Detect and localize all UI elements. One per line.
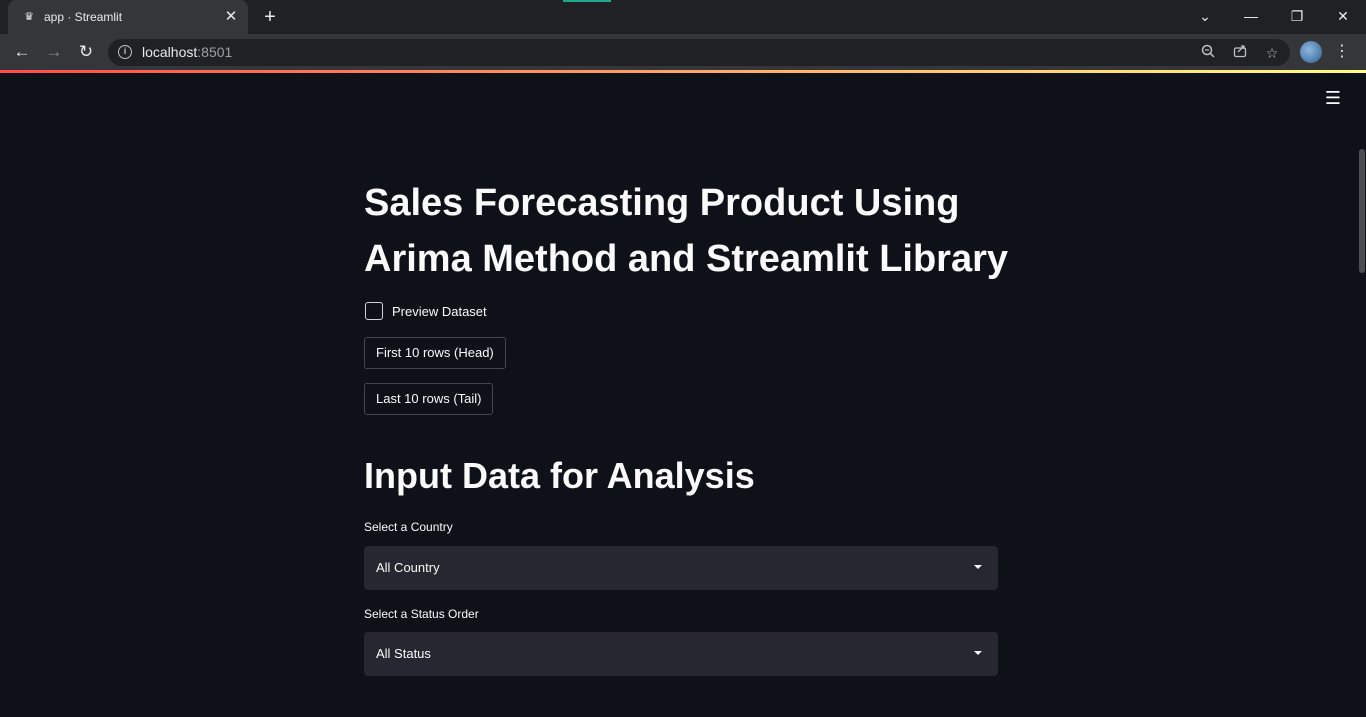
page-title: Sales Forecasting Product Using Arima Me… (364, 182, 1009, 280)
chevron-down-icon (974, 565, 982, 569)
share-icon[interactable] (1230, 43, 1250, 63)
address-bar[interactable]: i localhost:8501 ☆ (108, 39, 1290, 66)
preview-dataset-checkbox[interactable] (365, 302, 383, 320)
profile-avatar[interactable] (1300, 41, 1322, 63)
reload-icon[interactable]: ↻ (74, 40, 98, 64)
country-select-label: Select a Country (364, 520, 453, 534)
back-arrow-icon[interactable]: ← (10, 40, 34, 64)
streamlit-crown-icon: ♛ (24, 11, 34, 23)
tail-button[interactable]: Last 10 rows (Tail) (364, 383, 494, 415)
restore-button[interactable]: ❐ (1282, 4, 1312, 28)
url-text[interactable]: localhost:8501 (142, 44, 232, 61)
minimize-button[interactable]: — (1236, 4, 1266, 28)
more-options-icon[interactable]: ⋮ (1334, 40, 1350, 64)
country-select-value: All Country (376, 560, 440, 575)
tab-search-icon[interactable]: ⌄ (1190, 4, 1220, 28)
browser-tab[interactable]: ♛ app · Streamlit ✕ (8, 0, 248, 34)
forward-arrow-icon[interactable]: → (42, 40, 66, 64)
preview-dataset-label[interactable]: Preview Dataset (392, 303, 487, 320)
scrollbar-thumb[interactable] (1359, 149, 1365, 273)
browser-toolbar: ← → ↻ i localhost:8501 ☆ ⋮ (0, 34, 1366, 70)
head-button[interactable]: First 10 rows (Head) (364, 337, 506, 369)
bookmark-star-icon[interactable]: ☆ (1262, 43, 1282, 63)
new-tab-button[interactable]: + (259, 6, 281, 28)
chevron-down-icon (974, 651, 982, 655)
zoom-icon[interactable] (1198, 43, 1218, 63)
country-select[interactable]: All Country (364, 546, 998, 590)
tab-accent-line (563, 0, 611, 2)
streamlit-decoration-bar (0, 70, 1366, 73)
main-menu-icon[interactable]: ☰ (1322, 87, 1344, 109)
tab-close-icon[interactable]: ✕ (222, 8, 240, 26)
browser-tab-strip: ♛ app · Streamlit ✕ + ⌄ — ❐ ✕ (0, 0, 1366, 34)
section-heading: Input Data for Analysis (364, 455, 755, 496)
tab-title: app · Streamlit (44, 10, 123, 24)
status-select-value: All Status (376, 646, 431, 661)
info-icon[interactable]: i (118, 45, 132, 59)
page-scrollbar[interactable] (1358, 73, 1366, 717)
close-window-button[interactable]: ✕ (1328, 4, 1358, 28)
status-select[interactable]: All Status (364, 632, 998, 676)
status-select-label: Select a Status Order (364, 607, 479, 621)
